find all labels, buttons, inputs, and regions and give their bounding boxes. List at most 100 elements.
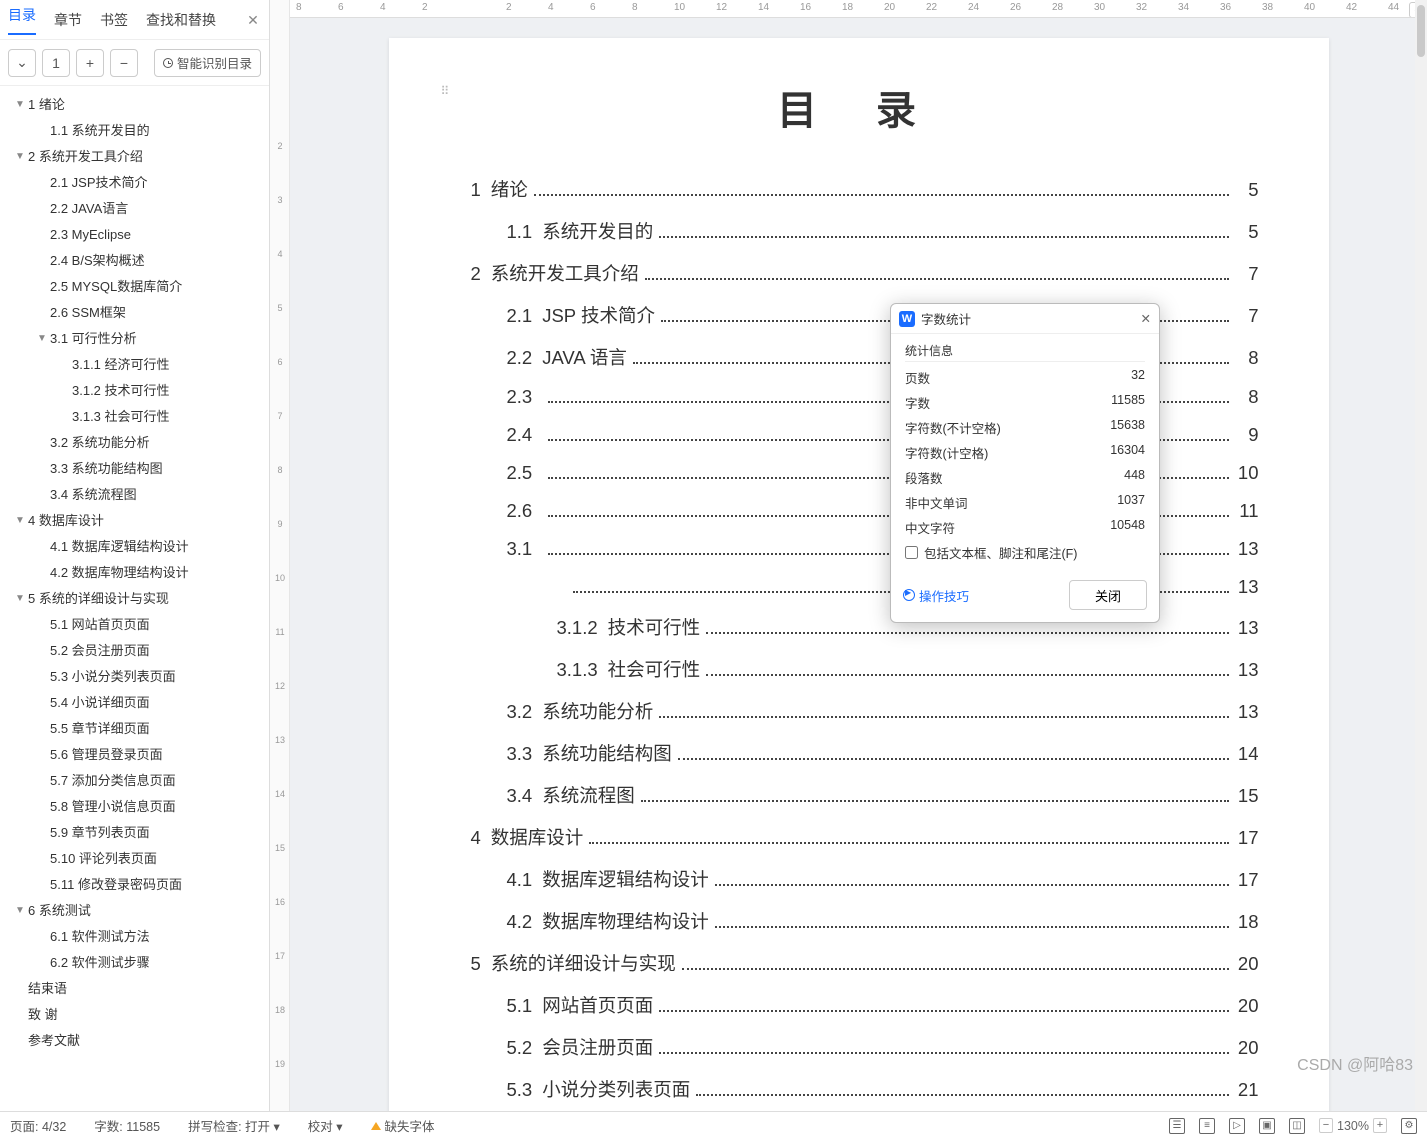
outline-item[interactable]: 5.10 评论列表页面 <box>4 846 265 872</box>
outline-item[interactable]: 4.2 数据库物理结构设计 <box>4 560 265 586</box>
outline-item[interactable]: 2.1 JSP技术简介 <box>4 170 265 196</box>
tab-chapters[interactable]: 章节 <box>54 10 82 30</box>
tab-toc[interactable]: 目录 <box>8 5 36 35</box>
outline-item[interactable]: 6.1 软件测试方法 <box>4 924 265 950</box>
sidebar-toolbar: ⌄ 1 + − 智能识别目录 <box>0 40 269 86</box>
outline-item[interactable]: 2.5 MYSQL数据库简介 <box>4 274 265 300</box>
outline-item[interactable]: 3.3 系统功能结构图 <box>4 456 265 482</box>
outline-item[interactable]: 2.6 SSM框架 <box>4 300 265 326</box>
outline-item[interactable]: 3.1.1 经济可行性 <box>4 352 265 378</box>
vertical-scrollbar[interactable] <box>1415 0 1427 1111</box>
toc-row[interactable]: 4.1数据库逻辑结构设计17 <box>507 866 1259 892</box>
word-count-indicator[interactable]: 字数: 11585 <box>94 1116 160 1135</box>
settings-icon[interactable]: ⚙ <box>1401 1118 1417 1134</box>
outline-item[interactable]: 致 谢 <box>4 1002 265 1028</box>
outline-item[interactable]: 3.4 系统流程图 <box>4 482 265 508</box>
outline-item[interactable]: 5.9 章节列表页面 <box>4 820 265 846</box>
view-mode-2-icon[interactable]: ≡ <box>1199 1118 1215 1134</box>
outline-item[interactable]: 3.2 系统功能分析 <box>4 430 265 456</box>
outline-item[interactable]: 结束语 <box>4 976 265 1002</box>
scrollbar-thumb[interactable] <box>1417 5 1425 57</box>
outline-item[interactable]: ▼3.1 可行性分析 <box>4 326 265 352</box>
outline-item[interactable]: 3.1.3 社会可行性 <box>4 404 265 430</box>
toc-row[interactable]: 2系统开发工具介绍7 <box>471 260 1259 286</box>
toc-row[interactable]: 4.2数据库物理结构设计18 <box>507 908 1259 934</box>
dialog-titlebar[interactable]: W 字数统计 ✕ <box>891 304 1159 334</box>
close-button[interactable]: 关闭 <box>1069 580 1147 610</box>
drag-handle-icon[interactable]: ⠿ <box>441 84 453 98</box>
warning-icon <box>371 1117 381 1130</box>
tips-link[interactable]: 操作技巧 <box>903 586 969 605</box>
status-right-tools: ☰ ≡ ▷ ▣ ◫ − 130% + ⚙ <box>1169 1118 1417 1134</box>
toggle-triangle-icon[interactable]: ▼ <box>14 92 26 118</box>
toc-row[interactable]: 5.1网站首页页面20 <box>507 992 1259 1018</box>
toc-row[interactable]: 3.1.3社会可行性13 <box>557 656 1259 682</box>
view-mode-1-icon[interactable]: ☰ <box>1169 1118 1185 1134</box>
stat-row: 中文字符10548 <box>905 518 1145 537</box>
zoom-in-button[interactable]: + <box>1373 1118 1387 1133</box>
toc-row[interactable]: 5系统的详细设计与实现20 <box>471 950 1259 976</box>
tab-find-replace[interactable]: 查找和替换 <box>146 10 216 30</box>
outline-item[interactable]: 5.3 小说分类列表页面 <box>4 664 265 690</box>
toggle-triangle-icon[interactable]: ▼ <box>14 508 26 534</box>
smart-toc-button[interactable]: 智能识别目录 <box>154 49 261 77</box>
missing-font-warning[interactable]: 缺失字体 <box>371 1116 435 1135</box>
dialog-close-icon[interactable]: ✕ <box>1141 311 1151 326</box>
sidebar-close-icon[interactable]: ✕ <box>245 12 261 28</box>
outline-item[interactable]: ▼4 数据库设计 <box>4 508 265 534</box>
toc-row[interactable]: 1.1系统开发目的5 <box>507 218 1259 244</box>
zoom-control[interactable]: − 130% + <box>1319 1118 1387 1133</box>
toggle-triangle-icon[interactable]: ▼ <box>14 144 26 170</box>
outline-item[interactable]: 2.2 JAVA语言 <box>4 196 265 222</box>
outline-item[interactable]: 5.6 管理员登录页面 <box>4 742 265 768</box>
include-textbox-footnote-checkbox[interactable]: 包括文本框、脚注和尾注(F) <box>905 543 1145 562</box>
outline-label: 2 系统开发工具介绍 <box>28 144 143 170</box>
view-mode-4-icon[interactable]: ▣ <box>1259 1118 1275 1134</box>
outline-item[interactable]: 1.1 系统开发目的 <box>4 118 265 144</box>
toc-row[interactable]: 5.2会员注册页面20 <box>507 1034 1259 1060</box>
spellcheck-indicator[interactable]: 拼写检查: 打开 ▾ <box>188 1116 280 1135</box>
outline-item[interactable]: 5.7 添加分类信息页面 <box>4 768 265 794</box>
toc-row[interactable]: 3.4系统流程图15 <box>507 782 1259 808</box>
view-mode-5-icon[interactable]: ◫ <box>1289 1118 1305 1134</box>
outline-item[interactable]: 5.4 小说详细页面 <box>4 690 265 716</box>
stat-value: 1037 <box>1117 493 1145 512</box>
toc-row[interactable]: 1绪论5 <box>471 176 1259 202</box>
outline-item[interactable]: 5.2 会员注册页面 <box>4 638 265 664</box>
outline-item[interactable]: ▼1 绪论 <box>4 92 265 118</box>
outline-item[interactable]: 5.1 网站首页页面 <box>4 612 265 638</box>
add-heading-button[interactable]: + <box>76 49 104 77</box>
page-number-indicator[interactable]: 页面: 4/32 <box>10 1116 66 1135</box>
toc-row[interactable]: 4数据库设计17 <box>471 824 1259 850</box>
review-indicator[interactable]: 校对 ▾ <box>308 1116 343 1135</box>
toggle-triangle-icon[interactable]: ▼ <box>14 898 26 924</box>
tab-bookmarks[interactable]: 书签 <box>100 10 128 30</box>
outline-item[interactable]: 3.1.2 技术可行性 <box>4 378 265 404</box>
toc-page: 18 <box>1235 911 1259 933</box>
toc-row[interactable]: 3.3系统功能结构图14 <box>507 740 1259 766</box>
include-checkbox[interactable] <box>905 546 918 559</box>
outline-item[interactable]: 2.3 MyEclipse <box>4 222 265 248</box>
outline-item[interactable]: 5.11 修改登录密码页面 <box>4 872 265 898</box>
outline-item[interactable]: ▼5 系统的详细设计与实现 <box>4 586 265 612</box>
toc-row[interactable]: 5.3小说分类列表页面21 <box>507 1076 1259 1102</box>
toggle-triangle-icon[interactable]: ▼ <box>36 326 48 352</box>
outline-item[interactable]: ▼2 系统开发工具介绍 <box>4 144 265 170</box>
outline-item[interactable]: 5.8 管理小说信息页面 <box>4 794 265 820</box>
outline-item[interactable]: 5.5 章节详细页面 <box>4 716 265 742</box>
view-mode-3-icon[interactable]: ▷ <box>1229 1118 1245 1134</box>
collapse-level-button[interactable]: 1 <box>42 49 70 77</box>
outline-item[interactable]: ▼6 系统测试 <box>4 898 265 924</box>
remove-heading-button[interactable]: − <box>110 49 138 77</box>
outline-item[interactable]: 2.4 B/S架构概述 <box>4 248 265 274</box>
toc-title: 技术可行性 <box>608 614 701 640</box>
outline-item[interactable]: 4.1 数据库逻辑结构设计 <box>4 534 265 560</box>
stat-row: 段落数448 <box>905 468 1145 487</box>
expand-all-button[interactable]: ⌄ <box>8 49 36 77</box>
outline-item[interactable]: 参考文献 <box>4 1028 265 1054</box>
toc-leader <box>534 194 1229 196</box>
toc-row[interactable]: 3.2系统功能分析13 <box>507 698 1259 724</box>
zoom-out-button[interactable]: − <box>1319 1118 1333 1133</box>
toggle-triangle-icon[interactable]: ▼ <box>14 586 26 612</box>
outline-item[interactable]: 6.2 软件测试步骤 <box>4 950 265 976</box>
